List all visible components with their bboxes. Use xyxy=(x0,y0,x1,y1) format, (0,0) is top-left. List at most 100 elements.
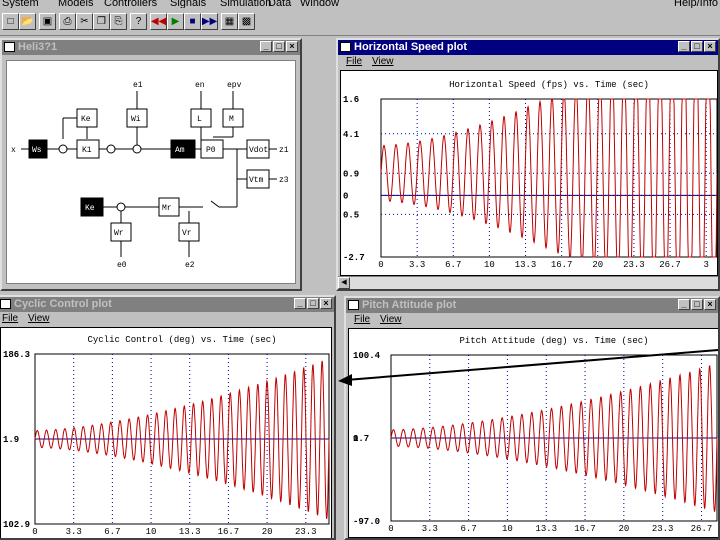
hspeed-titlebar[interactable]: Horizontal Speed plot _ □ × xyxy=(338,40,718,55)
print-icon[interactable]: ⎙ xyxy=(59,13,76,30)
x-tick-label: 26.7 xyxy=(659,260,681,270)
label-z1: z1 xyxy=(279,146,289,155)
maximize-button[interactable]: □ xyxy=(691,41,703,52)
x-tick-label: 23.3 xyxy=(623,260,645,270)
cyclic-title: Cyclic Control plot xyxy=(14,298,112,310)
heli-title: Heli3?1 xyxy=(18,41,58,53)
maximize-button[interactable]: □ xyxy=(273,41,285,52)
x-tick-label: 3.3 xyxy=(422,524,438,534)
x-tick-label: 13.3 xyxy=(179,527,201,537)
x-tick-label: 16.7 xyxy=(574,524,596,534)
menu-window[interactable]: Window xyxy=(300,0,339,8)
main-menubar: System Models Controllers Signals Simula… xyxy=(0,0,720,8)
close-button[interactable]: × xyxy=(704,299,716,310)
x-tick-label: 6.7 xyxy=(104,527,120,537)
open-icon[interactable]: 📂 xyxy=(19,13,36,30)
chart-title: Horizontal Speed (fps) vs. Time (sec) xyxy=(449,80,649,90)
menu-system[interactable]: System xyxy=(2,0,39,8)
cyclic-menubar: File View xyxy=(0,313,334,326)
scroll-left-icon[interactable]: ◀ xyxy=(338,277,350,289)
maximize-button[interactable]: □ xyxy=(691,299,703,310)
x-tick-label: 6.7 xyxy=(461,524,477,534)
play-icon[interactable]: ▶ xyxy=(167,13,184,30)
block-ke: Ke xyxy=(81,115,91,124)
close-button[interactable]: × xyxy=(704,41,716,52)
window-icon xyxy=(0,299,11,309)
help-icon[interactable]: ? xyxy=(130,13,147,30)
block-wr: Wr xyxy=(114,229,124,238)
hspeed-chart: Horizontal Speed (fps) vs. Time (sec) 0 3.… xyxy=(343,80,718,270)
hspeed-scrollbar[interactable]: ◀ xyxy=(338,276,718,289)
cyclic-plot-window: Cyclic Control plot _ □ × File View Cycl… xyxy=(0,295,336,540)
menu-view[interactable]: View xyxy=(372,56,394,67)
minimize-button[interactable]: _ xyxy=(260,41,272,52)
y-tick-label: 1.6 xyxy=(343,95,359,105)
hspeed-title: Horizontal Speed plot xyxy=(354,41,468,53)
fast-forward-icon[interactable]: ▶▶ xyxy=(201,13,218,30)
x-tick-label: 0 xyxy=(378,260,383,270)
window-icon xyxy=(340,42,351,52)
block-l: L xyxy=(197,115,202,124)
hspeed-menubar: File View xyxy=(338,56,718,69)
new-icon[interactable]: □ xyxy=(2,13,19,30)
label-z3: z3 xyxy=(279,176,289,185)
maximize-button[interactable]: □ xyxy=(307,298,319,309)
minimize-button[interactable]: _ xyxy=(294,298,306,309)
pitch-titlebar[interactable]: Pitch Attitude plot _ □ × xyxy=(346,298,718,313)
menu-file[interactable]: File xyxy=(2,313,18,324)
pitch-title: Pitch Attitude plot xyxy=(362,299,457,311)
cyclic-titlebar[interactable]: Cyclic Control plot _ □ × xyxy=(0,297,334,312)
menu-file[interactable]: File xyxy=(354,314,370,325)
x-tick-label: 6.7 xyxy=(445,260,461,270)
block-vdot: Vdot xyxy=(249,146,268,155)
close-button[interactable]: × xyxy=(286,41,298,52)
signal-line xyxy=(34,360,330,519)
menu-data[interactable]: Data xyxy=(268,0,291,8)
cyclic-chart: Cyclic Control (deg) vs. Time (sec) 0 3.3 6… xyxy=(3,335,330,537)
graph-icon[interactable]: ▦ xyxy=(221,13,238,30)
menu-controllers[interactable]: Controllers xyxy=(104,0,157,8)
y-tick-label: 0 xyxy=(343,191,348,201)
block-m: M xyxy=(229,115,234,124)
pitch-plot-window: Pitch Attitude plot _ □ × File View Pitc… xyxy=(344,296,720,540)
pitch-menubar: File View xyxy=(346,314,718,327)
chart-title: Cyclic Control (deg) vs. Time (sec) xyxy=(87,335,276,345)
heli-diagram-window: Heli3?1 _ □ × Ws Ke K1 Wi Am L M P0 Vdot… xyxy=(0,38,302,291)
x-tick-label: 20 xyxy=(618,524,629,534)
menu-view[interactable]: View xyxy=(28,313,50,324)
y-tick-label: -97.0 xyxy=(353,517,380,527)
save-icon[interactable]: ▣ xyxy=(39,13,56,30)
heli-titlebar[interactable]: Heli3?1 _ □ × xyxy=(2,40,300,55)
x-tick-label: 3.3 xyxy=(409,260,425,270)
y-tick-label: 102.9 xyxy=(3,520,30,530)
copy-icon[interactable]: ❐ xyxy=(93,13,110,30)
label-e2: e2 xyxy=(185,261,195,270)
stop-icon[interactable]: ■ xyxy=(184,13,201,30)
x-tick-label: 20 xyxy=(592,260,603,270)
hspeed-plot-area: Horizontal Speed (fps) vs. Time (sec) 0 3.… xyxy=(340,70,718,276)
menu-models[interactable]: Models xyxy=(58,0,93,8)
menu-file[interactable]: File xyxy=(346,56,362,67)
y-tick-label: 4.1 xyxy=(343,130,360,140)
menu-help[interactable]: Help/Info xyxy=(674,0,718,8)
x-tick-label: 3.3 xyxy=(66,527,82,537)
x-tick-label: 0 xyxy=(388,524,393,534)
minimize-button[interactable]: _ xyxy=(678,299,690,310)
minimize-button[interactable]: _ xyxy=(678,41,690,52)
y-tick-label: -2.7 xyxy=(343,253,365,263)
block-diagram: Ws Ke K1 Wi Am L M P0 Vdot Vtm Ke Mr Wr … xyxy=(6,60,296,284)
x-tick-label: 16.7 xyxy=(551,260,573,270)
cut-icon[interactable]: ✂ xyxy=(76,13,93,30)
window-icon xyxy=(4,42,15,52)
rewind-icon[interactable]: ◀◀ xyxy=(150,13,167,30)
menu-simulation[interactable]: Simulation xyxy=(220,0,271,8)
y-tick-label: 1.9 xyxy=(3,435,19,445)
menu-view[interactable]: View xyxy=(380,314,402,325)
y-tick-label: 0.5 xyxy=(343,210,359,220)
close-button[interactable]: × xyxy=(320,298,332,309)
label-e1: e1 xyxy=(133,81,143,90)
x-tick-label: 23.3 xyxy=(295,527,317,537)
layout-icon[interactable]: ▩ xyxy=(238,13,255,30)
menu-signals[interactable]: Signals xyxy=(170,0,206,8)
paste-icon[interactable]: ⎘ xyxy=(110,13,127,30)
